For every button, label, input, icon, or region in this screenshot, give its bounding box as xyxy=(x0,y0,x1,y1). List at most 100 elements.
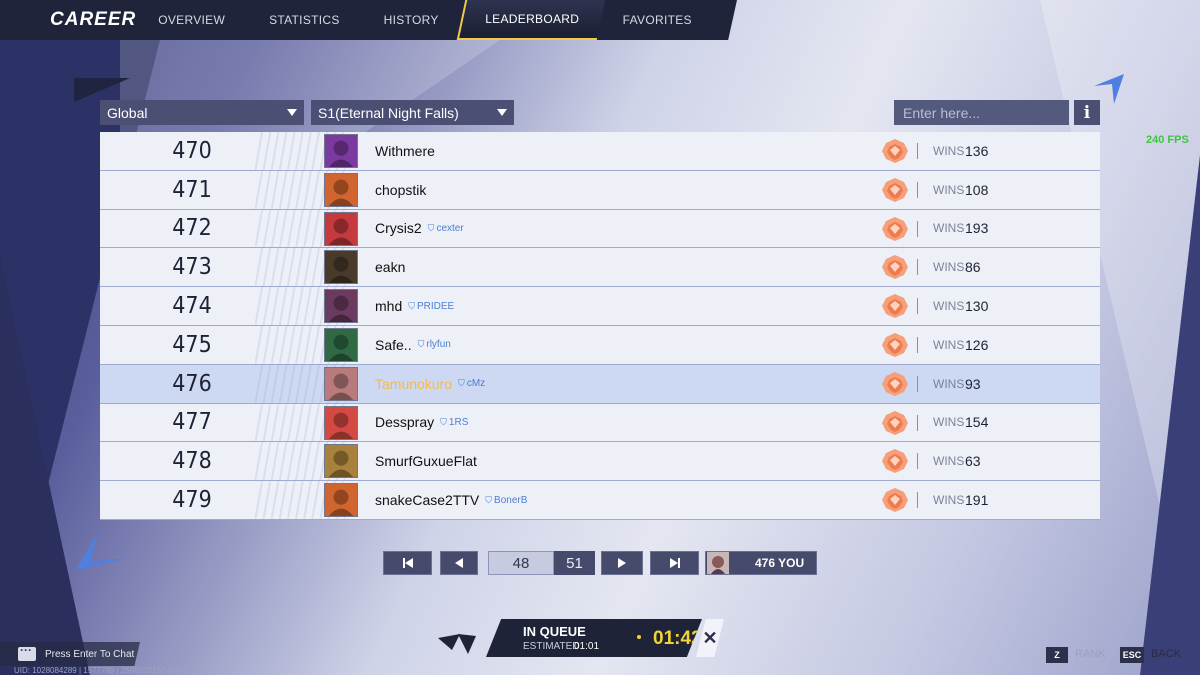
player-name[interactable]: SmurfGuxueFlat xyxy=(375,453,477,469)
player-name[interactable]: Safe.. rlyfun xyxy=(375,337,451,353)
table-row[interactable]: 475 Safe.. rlyfun WINS126 xyxy=(100,325,1100,365)
wins-value: 193 xyxy=(965,220,989,237)
table-row[interactable]: 479 snakeCase2TTV BonerB WINS191 xyxy=(100,481,1100,520)
player-name-text: snakeCase2TTV xyxy=(375,492,480,509)
avatar[interactable] xyxy=(324,289,358,324)
last-page-button[interactable] xyxy=(650,551,699,575)
avatar[interactable] xyxy=(324,250,358,285)
tab-statistics[interactable]: STATISTICS xyxy=(247,0,362,40)
rank-badge-icon xyxy=(882,371,908,396)
chevron-down-icon xyxy=(287,109,297,116)
uid-line: UID: 1028084289 | 1577789 | 2508332182-0… xyxy=(14,666,186,675)
player-name[interactable]: chopstik xyxy=(375,182,426,198)
divider xyxy=(917,492,918,509)
avatar[interactable] xyxy=(324,366,358,401)
next-page-button[interactable] xyxy=(601,551,643,575)
player-name-text: eakn xyxy=(375,259,406,276)
chat-prompt[interactable]: Press Enter To Chat xyxy=(0,642,140,666)
wins-label: WINS xyxy=(933,454,965,469)
previous-page-button[interactable] xyxy=(440,551,478,575)
info-button[interactable]: i xyxy=(1074,100,1100,125)
last-page-icon xyxy=(669,558,678,568)
tab-overview[interactable]: OVERVIEW xyxy=(136,0,247,40)
table-row[interactable]: 470 Withmere WINS 136 xyxy=(100,132,1100,171)
player-name-text: Desspray xyxy=(375,414,435,431)
player-name[interactable]: snakeCase2TTV BonerB xyxy=(375,492,527,508)
table-row[interactable]: 477 Desspray 1RS WINS154 xyxy=(100,403,1100,443)
season-dropdown[interactable]: S1(Eternal Night Falls) xyxy=(311,100,514,125)
queue-status: IN QUEUE ESTIMATED 01:01 01:42 xyxy=(486,619,702,657)
rank-badge-icon xyxy=(882,449,908,474)
avatar[interactable] xyxy=(324,134,358,168)
wins-value: 108 xyxy=(965,181,989,198)
fps-counter: 240 FPS xyxy=(1146,134,1189,146)
tab-achievements[interactable]: ACHIEVEMENTS xyxy=(831,0,973,40)
player-name[interactable]: Tamunokuro cMz xyxy=(375,376,485,392)
rank-number: 478 xyxy=(172,448,212,475)
player-name-text: Safe.. xyxy=(375,336,412,353)
club-tag: rlyfun xyxy=(418,339,450,350)
tab-leaderboard[interactable]: LEADERBOARD xyxy=(456,0,605,40)
wins-value: 93 xyxy=(965,375,981,392)
avatar[interactable] xyxy=(324,211,358,246)
rank-number: 470 xyxy=(172,137,212,164)
leaderboard-table: 470 Withmere WINS 136 471 chopstik WINS 108 472 C… xyxy=(100,132,1100,520)
player-name-text: SmurfGuxueFlat xyxy=(375,453,477,470)
tab-history[interactable]: HISTORY xyxy=(362,0,461,40)
player-name[interactable]: mhd PRIDEE xyxy=(375,298,454,314)
queue-elapsed-time: 01:42 xyxy=(653,628,702,649)
avatar[interactable] xyxy=(324,327,358,362)
last-page-icon xyxy=(677,558,680,568)
rank-badge-icon xyxy=(882,410,908,435)
wins-label: WINS xyxy=(933,376,965,391)
next-page-icon xyxy=(618,558,626,568)
tab-favorites[interactable]: FAVORITES xyxy=(601,0,714,40)
divider xyxy=(917,375,918,392)
avatar[interactable] xyxy=(324,483,358,518)
rank-number: 477 xyxy=(172,409,212,436)
rank-badge-icon xyxy=(882,488,908,513)
total-pages: 51 xyxy=(554,551,595,575)
chat-icon xyxy=(18,643,36,661)
jump-to-me-button[interactable]: 476 YOU xyxy=(705,551,817,575)
player-name[interactable]: Crysis2 cexter xyxy=(375,220,464,236)
career-nav: CAREER OVERVIEW STATISTICS HISTORY LEADE… xyxy=(0,0,737,40)
region-dropdown-value: Global xyxy=(107,104,148,121)
club-tag: cexter xyxy=(428,223,463,234)
table-row[interactable]: 472 Crysis2 cexter WINS193 xyxy=(100,209,1100,249)
table-row[interactable]: 471 chopstik WINS 108 xyxy=(100,170,1100,210)
club-tag: 1RS xyxy=(440,417,468,428)
wins-value: 63 xyxy=(965,453,981,470)
avatar[interactable] xyxy=(324,444,358,479)
queue-decoration-icon xyxy=(438,634,476,654)
table-row[interactable]: 474 mhd PRIDEE WINS130 xyxy=(100,287,1100,326)
wins-label: WINS xyxy=(933,221,965,236)
divider xyxy=(917,220,918,237)
avatar[interactable] xyxy=(324,405,358,440)
club-tag: PRIDEE xyxy=(408,301,454,312)
divider xyxy=(917,259,918,276)
chat-prompt-label: Press Enter To Chat xyxy=(45,648,135,660)
tab-customize[interactable]: CUSTOMIZE xyxy=(714,0,737,40)
table-row[interactable]: 478 SmurfGuxueFlat WINS 63 xyxy=(100,442,1100,482)
player-search-input[interactable] xyxy=(894,100,1069,125)
player-name[interactable]: Withmere xyxy=(375,143,435,159)
player-name[interactable]: eakn xyxy=(375,259,405,275)
table-row[interactable]: 473 eakn WINS 86 xyxy=(100,248,1100,288)
table-row-self[interactable]: 476 Tamunokuro cMz WINS93 xyxy=(100,364,1100,404)
wins-label: WINS xyxy=(933,260,965,275)
divider xyxy=(917,453,918,470)
cancel-queue-button[interactable]: ✕ xyxy=(696,619,724,657)
rank-hint-label[interactable]: RANK xyxy=(1075,648,1106,660)
corner-arrow-icon xyxy=(76,532,128,570)
player-name[interactable]: Desspray 1RS xyxy=(375,414,468,430)
rank-badge-icon xyxy=(882,177,908,202)
back-hint-label[interactable]: BACK xyxy=(1151,648,1181,660)
season-dropdown-value: S1(Eternal Night Falls) xyxy=(318,104,459,121)
rank-number: 473 xyxy=(172,254,212,281)
club-tag: BonerB xyxy=(485,495,527,506)
current-page-input[interactable]: 48 xyxy=(488,551,554,575)
first-page-button[interactable] xyxy=(383,551,432,575)
avatar[interactable] xyxy=(324,172,358,207)
region-dropdown[interactable]: Global xyxy=(100,100,304,125)
